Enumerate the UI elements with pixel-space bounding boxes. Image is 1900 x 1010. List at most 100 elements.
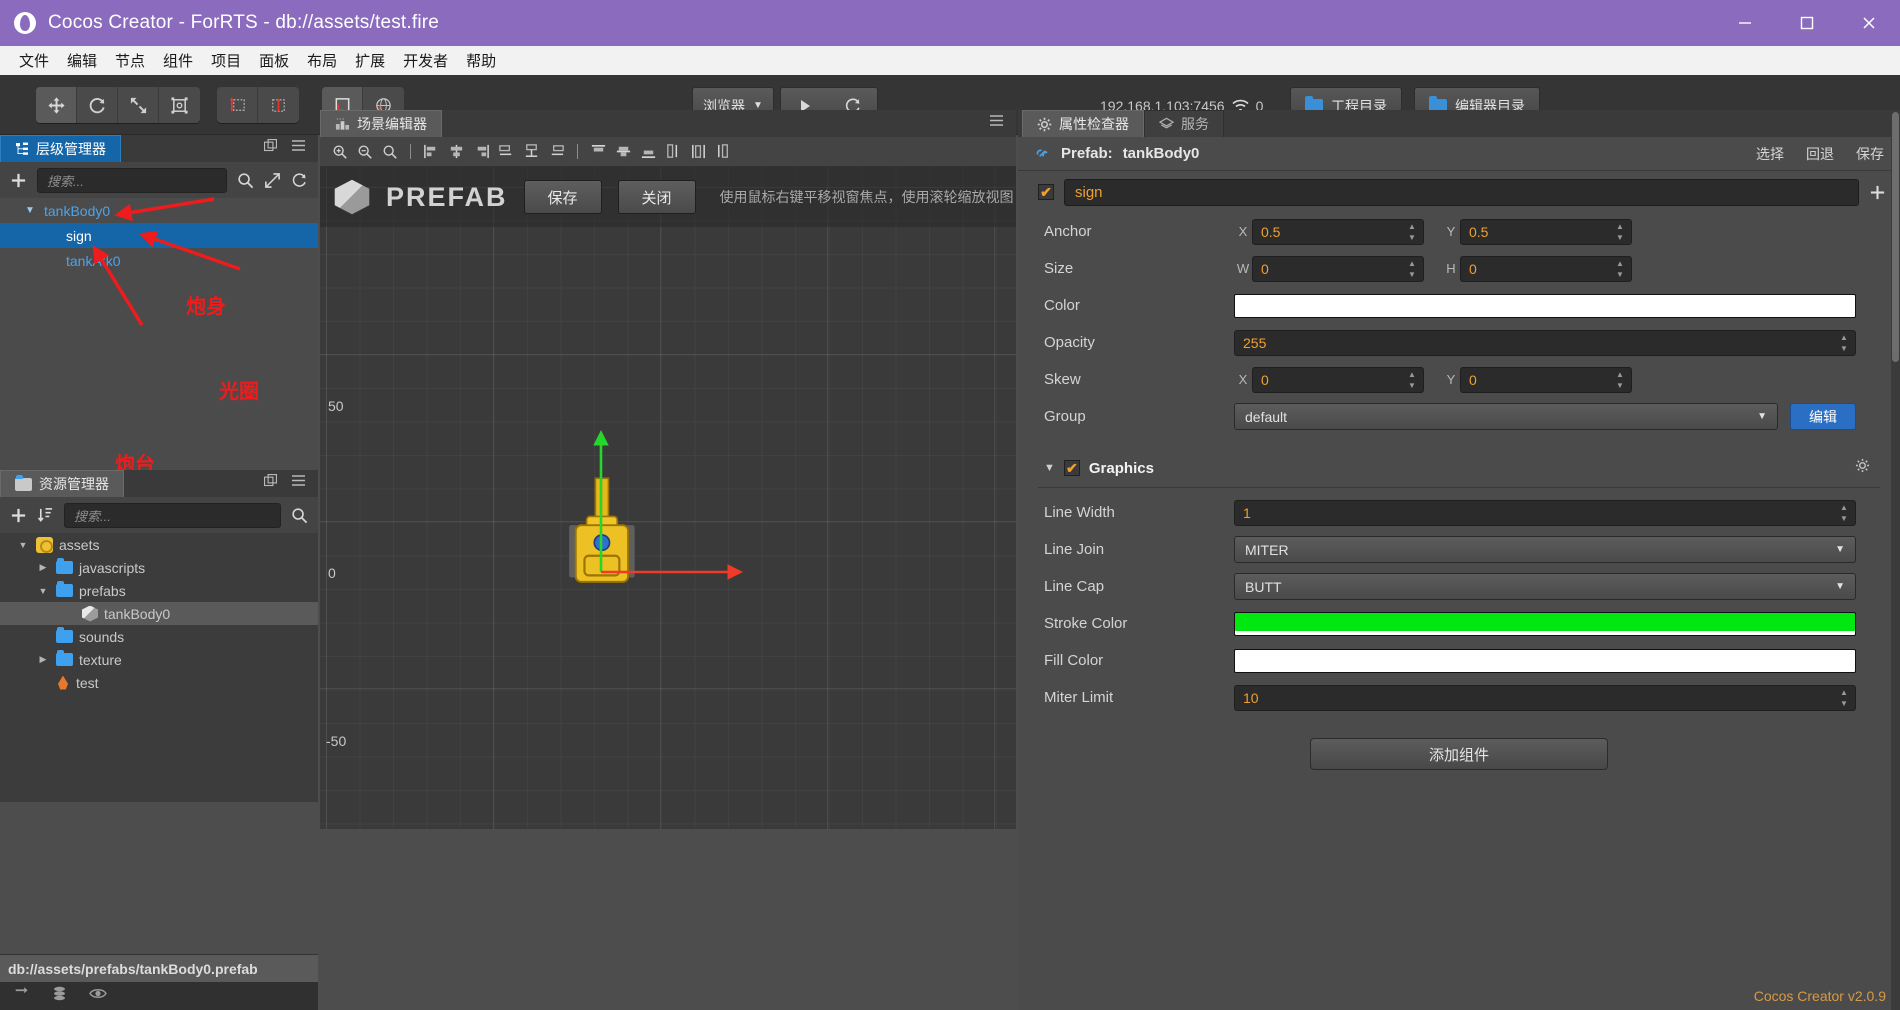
anchor-x-input[interactable]: 0.5 ▲▼	[1252, 219, 1424, 245]
eye-icon[interactable]	[89, 987, 107, 1005]
rotate-tool-icon[interactable]	[77, 87, 118, 123]
size-h-input[interactable]: 0 ▲▼	[1460, 256, 1632, 282]
menu-project[interactable]: 项目	[202, 48, 250, 73]
align-bottom-icon[interactable]	[637, 140, 660, 164]
fill-color-swatch[interactable]	[1234, 649, 1856, 673]
menu-developer[interactable]: 开发者	[394, 48, 457, 73]
align-right-icon[interactable]	[470, 140, 493, 164]
stepper-icon[interactable]: ▲▼	[1408, 222, 1420, 242]
asset-row-sounds[interactable]: sounds	[0, 625, 318, 648]
line-cap-dropdown[interactable]: BUTT ▼	[1234, 573, 1856, 600]
menu-help[interactable]: 帮助	[457, 48, 505, 73]
group-dropdown[interactable]: default ▼	[1234, 403, 1778, 430]
dist-top-icon[interactable]	[662, 140, 685, 164]
popout-icon[interactable]	[264, 139, 277, 157]
tab-assets[interactable]: 资源管理器	[0, 470, 124, 497]
stroke-color-swatch[interactable]	[1234, 612, 1856, 636]
menu-node[interactable]: 节点	[106, 48, 154, 73]
panel-menu-icon[interactable]	[291, 139, 306, 157]
asset-row-assets[interactable]: assets	[0, 533, 318, 556]
menu-component[interactable]: 组件	[154, 48, 202, 73]
asset-row-tankbody0[interactable]: tankBody0	[0, 602, 318, 625]
asset-row-javascripts[interactable]: javascripts	[0, 556, 318, 579]
save-action[interactable]: 保存	[1856, 144, 1884, 164]
sync-icon[interactable]	[14, 986, 30, 1006]
close-button[interactable]	[1838, 0, 1900, 46]
search-icon[interactable]	[237, 172, 254, 189]
line-join-dropdown[interactable]: MITER ▼	[1234, 536, 1856, 563]
node-enabled-checkbox[interactable]: ✔	[1038, 184, 1054, 200]
align-left-icon[interactable]	[420, 140, 443, 164]
skew-x-input[interactable]: 0 ▲▼	[1252, 367, 1424, 393]
panel-menu-icon[interactable]	[989, 114, 1004, 132]
search-icon[interactable]	[291, 507, 308, 524]
add-node-button[interactable]	[10, 172, 27, 189]
size-w-input[interactable]: 0 ▲▼	[1252, 256, 1424, 282]
menu-panel[interactable]: 面板	[250, 48, 298, 73]
group-edit-button[interactable]: 编辑	[1790, 403, 1856, 430]
panel-menu-icon[interactable]	[291, 474, 306, 492]
align-center-h-icon[interactable]	[445, 140, 468, 164]
menu-file[interactable]: 文件	[10, 48, 58, 73]
move-tool-icon[interactable]	[36, 87, 77, 123]
dist-center-icon[interactable]	[520, 140, 543, 164]
prefab-save-button[interactable]: 保存	[524, 180, 602, 214]
stepper-icon[interactable]: ▲▼	[1840, 503, 1852, 523]
tab-service[interactable]: 服务	[1144, 110, 1224, 137]
minimize-button[interactable]	[1714, 0, 1776, 46]
tank-sprite[interactable]	[560, 475, 670, 595]
stepper-icon[interactable]: ▲▼	[1616, 222, 1628, 242]
node-color-swatch[interactable]	[1234, 294, 1856, 318]
select-action[interactable]: 选择	[1756, 144, 1784, 164]
asset-row-test[interactable]: test	[0, 671, 318, 694]
scene-viewport[interactable]: PREFAB 保存 关闭 使用鼠标右键平移视窗焦点，使用滚轮缩放视图 50 0 …	[320, 167, 1016, 829]
align-middle-icon[interactable]	[612, 140, 635, 164]
dist-left-icon[interactable]	[495, 140, 518, 164]
coordinate-toggle-icon[interactable]	[258, 87, 299, 123]
tab-hierarchy[interactable]: 层级管理器	[0, 135, 121, 162]
chevron-down-icon[interactable]	[16, 540, 30, 550]
rect-tool-icon[interactable]	[159, 87, 200, 123]
zoom-in-icon[interactable]	[328, 140, 351, 164]
pivot-toggle-icon[interactable]	[217, 87, 258, 123]
scale-tool-icon[interactable]	[118, 87, 159, 123]
revert-action[interactable]: 回退	[1806, 144, 1834, 164]
add-node-prop-button[interactable]	[1869, 184, 1886, 201]
dist-bottom-icon[interactable]	[712, 140, 735, 164]
stepper-icon[interactable]: ▲▼	[1840, 688, 1852, 708]
popout-icon[interactable]	[264, 474, 277, 492]
inspector-scrollbar[interactable]	[1891, 110, 1900, 1010]
miter-limit-input[interactable]: 10 ▲▼	[1234, 685, 1856, 711]
menu-edit[interactable]: 编辑	[58, 48, 106, 73]
node-name-input[interactable]: sign	[1064, 179, 1859, 206]
tree-node-sign[interactable]: sign	[0, 223, 318, 248]
sync-hierarchy-icon[interactable]	[291, 172, 308, 189]
menu-layout[interactable]: 布局	[298, 48, 346, 73]
database-icon[interactable]	[52, 986, 67, 1007]
graphics-enabled-checkbox[interactable]: ✔	[1064, 460, 1080, 476]
dist-right-icon[interactable]	[545, 140, 568, 164]
tab-inspector[interactable]: 属性检查器	[1022, 110, 1144, 137]
chevron-down-icon[interactable]	[36, 586, 50, 596]
maximize-button[interactable]	[1776, 0, 1838, 46]
anchor-y-input[interactable]: 0.5 ▲▼	[1460, 219, 1632, 245]
asset-row-prefabs[interactable]: prefabs	[0, 579, 318, 602]
zoom-reset-icon[interactable]	[378, 140, 401, 164]
stepper-icon[interactable]: ▲▼	[1408, 370, 1420, 390]
dist-middle-icon[interactable]	[687, 140, 710, 164]
assets-search-input[interactable]: 搜索...	[64, 503, 281, 528]
tab-scene-editor[interactable]: 场景编辑器	[320, 110, 442, 137]
prefab-close-button[interactable]: 关闭	[618, 180, 696, 214]
align-top-icon[interactable]	[587, 140, 610, 164]
gear-icon[interactable]	[1855, 458, 1870, 478]
chevron-right-icon[interactable]	[36, 654, 50, 665]
add-asset-button[interactable]	[10, 507, 27, 524]
chevron-right-icon[interactable]	[36, 562, 50, 573]
add-component-button[interactable]: 添加组件	[1310, 738, 1608, 770]
tree-node-tankatk0[interactable]: tankAtk0	[0, 248, 318, 273]
expand-icon[interactable]	[264, 172, 281, 189]
hierarchy-search-input[interactable]: 搜索...	[37, 168, 227, 193]
stepper-icon[interactable]: ▲▼	[1616, 370, 1628, 390]
sort-icon[interactable]	[37, 507, 54, 524]
stepper-icon[interactable]: ▲▼	[1408, 259, 1420, 279]
